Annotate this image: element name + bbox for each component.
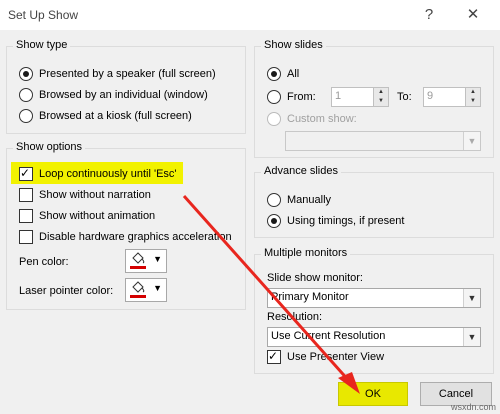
watermark: wsxdn.com	[450, 402, 496, 412]
annotation-arrow	[182, 195, 360, 394]
